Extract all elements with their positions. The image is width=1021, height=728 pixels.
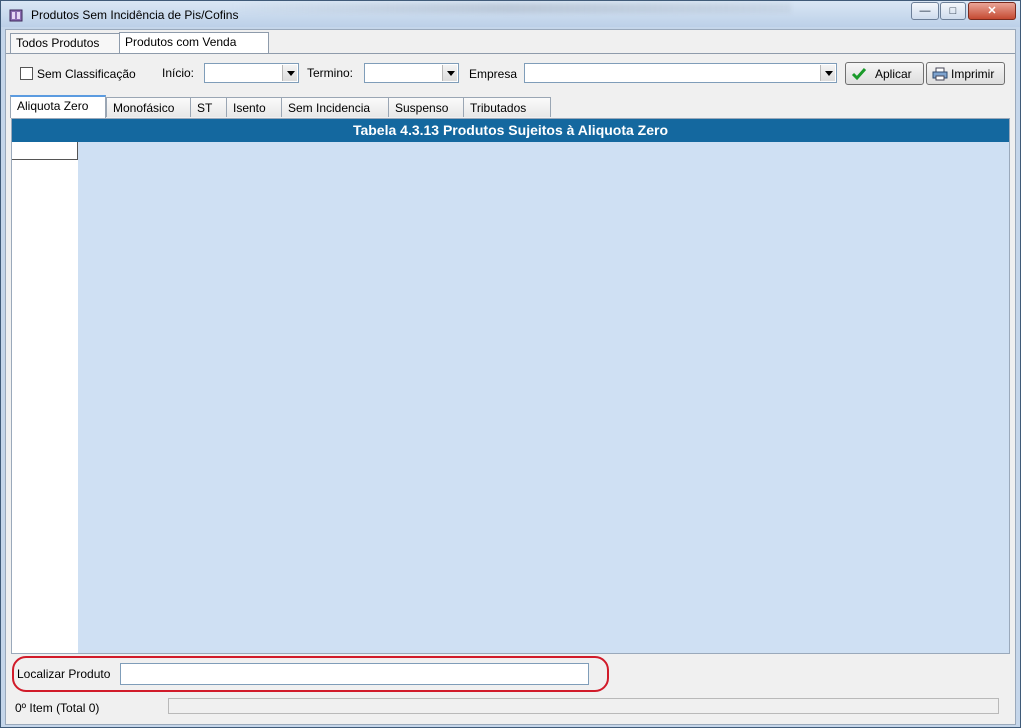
subtab-sem-incidencia[interactable]: Sem Incidencia [281, 97, 389, 117]
imprimir-label: Imprimir [951, 67, 995, 81]
subtab-label: ST [197, 101, 213, 115]
subtab-label: Sem Incidencia [288, 101, 371, 115]
main-panel: Todos Produtos Produtos com Venda Sem Cl… [5, 29, 1016, 725]
subtab-suspenso[interactable]: Suspenso [388, 97, 464, 117]
subtab-label: Isento [233, 101, 266, 115]
tab-produtos-com-venda[interactable]: Produtos com Venda [119, 32, 269, 54]
subtab-st[interactable]: ST [190, 97, 228, 117]
sem-classificacao-label: Sem Classificação [37, 67, 136, 81]
row-indicator-header[interactable] [12, 142, 78, 160]
subtab-label: Tributados [470, 101, 527, 115]
subtab-label: Suspenso [395, 101, 449, 115]
title-bar: Produtos Sem Incidência de Pis/Cofins — … [1, 1, 1020, 27]
close-button[interactable]: ✕ [968, 2, 1016, 20]
termino-label: Termino: [307, 66, 354, 80]
check-icon [851, 68, 867, 81]
chevron-down-icon[interactable] [282, 65, 297, 81]
window-title: Produtos Sem Incidência de Pis/Cofins [31, 8, 239, 22]
imprimir-button[interactable]: Imprimir [926, 62, 1005, 85]
subtab-label: Aliquota Zero [17, 99, 89, 113]
aplicar-button[interactable]: Aplicar [845, 62, 924, 85]
tab-todos-produtos[interactable]: Todos Produtos [10, 33, 120, 53]
app-icon [9, 9, 23, 22]
status-text: 0º Item (Total 0) [15, 701, 100, 715]
aplicar-label: Aplicar [875, 67, 912, 81]
search-label: Localizar Produto [17, 667, 111, 681]
products-grid[interactable]: Tabela 4.3.13 Produtos Sujeitos à Aliquo… [11, 118, 1010, 654]
sem-classificacao-checkbox[interactable] [20, 67, 33, 80]
row-indicator-column [12, 142, 78, 653]
empresa-label: Empresa [469, 67, 518, 81]
search-input[interactable] [120, 663, 589, 685]
tab-divider [6, 53, 1015, 54]
printer-icon [932, 67, 948, 81]
subtab-aliquota-zero[interactable]: Aliquota Zero [10, 95, 106, 118]
inicio-label: Início: [162, 66, 195, 80]
maximize-button[interactable]: □ [940, 2, 966, 20]
subtab-tributados[interactable]: Tributados [463, 97, 551, 117]
inicio-date-picker[interactable] [204, 63, 299, 83]
tab-label: Produtos com Venda [125, 35, 237, 49]
blurred-background-text [231, 3, 791, 13]
empresa-select[interactable] [524, 63, 837, 83]
chevron-down-icon[interactable] [442, 65, 457, 81]
chevron-down-icon[interactable] [820, 65, 835, 81]
termino-date-picker[interactable] [364, 63, 459, 83]
tab-label: Todos Produtos [16, 36, 100, 50]
grid-title: Tabela 4.3.13 Produtos Sujeitos à Aliquo… [12, 119, 1009, 142]
app-window: Produtos Sem Incidência de Pis/Cofins — … [0, 0, 1021, 728]
subtab-isento[interactable]: Isento [226, 97, 282, 117]
minimize-button[interactable]: — [911, 2, 939, 20]
progress-bar [168, 698, 999, 714]
subtab-label: Monofásico [113, 101, 175, 115]
subtab-monofasico[interactable]: Monofásico [106, 97, 192, 117]
